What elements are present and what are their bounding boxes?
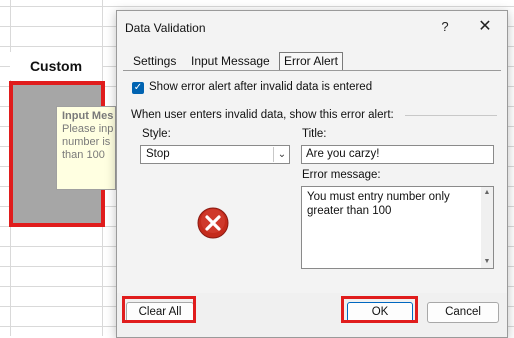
column-header-cell[interactable]: Custom: [10, 52, 102, 80]
dialog-title: Data Validation: [125, 21, 206, 35]
tooltip-line: Please inp: [62, 123, 114, 135]
scroll-up-icon[interactable]: ▲: [482, 188, 492, 198]
cancel-button[interactable]: Cancel: [427, 302, 499, 323]
input-message-tooltip: Input Mes Please inp number is than 100: [56, 106, 116, 190]
error-message-textarea[interactable]: You must entry number only greater than …: [301, 186, 494, 269]
dialog-titlebar[interactable]: Data Validation ? ✕: [117, 11, 507, 45]
style-label: Style:: [142, 128, 171, 140]
tooltip-line: than 100: [62, 149, 105, 161]
stop-error-icon: [197, 207, 229, 239]
error-message-scrollbar[interactable]: ▲ ▼: [481, 187, 493, 268]
section-label: When user enters invalid data, show this…: [131, 109, 394, 121]
title-input[interactable]: Are you carzy!: [301, 145, 494, 164]
title-label: Title:: [302, 128, 327, 140]
chevron-down-icon[interactable]: ⌄: [275, 146, 289, 163]
tab-divider: [123, 70, 501, 71]
close-icon[interactable]: ✕: [475, 17, 495, 37]
error-message-text: You must entry number only greater than …: [307, 191, 450, 217]
highlight-box-ok: [341, 296, 418, 323]
tab-input-message[interactable]: Input Message: [187, 53, 274, 70]
tab-error-alert[interactable]: Error Alert: [279, 52, 344, 71]
scroll-down-icon[interactable]: ▼: [482, 257, 492, 267]
tooltip-line: number is: [62, 136, 111, 148]
tab-settings[interactable]: Settings: [129, 53, 180, 70]
show-alert-checkbox[interactable]: ✓: [132, 82, 144, 94]
data-validation-dialog: Data Validation ? ✕ Settings Input Messa…: [116, 10, 508, 338]
section-divider: [405, 115, 497, 116]
error-message-label: Error message:: [302, 169, 381, 181]
select-separator: [273, 147, 274, 162]
style-value: Stop: [146, 148, 170, 160]
tooltip-title: Input Mes: [62, 110, 114, 122]
highlight-box-clear-all: [122, 296, 196, 323]
show-alert-label[interactable]: Show error alert after invalid data is e…: [149, 81, 372, 93]
help-icon[interactable]: ?: [435, 17, 455, 37]
style-select[interactable]: Stop ⌄: [140, 145, 290, 164]
